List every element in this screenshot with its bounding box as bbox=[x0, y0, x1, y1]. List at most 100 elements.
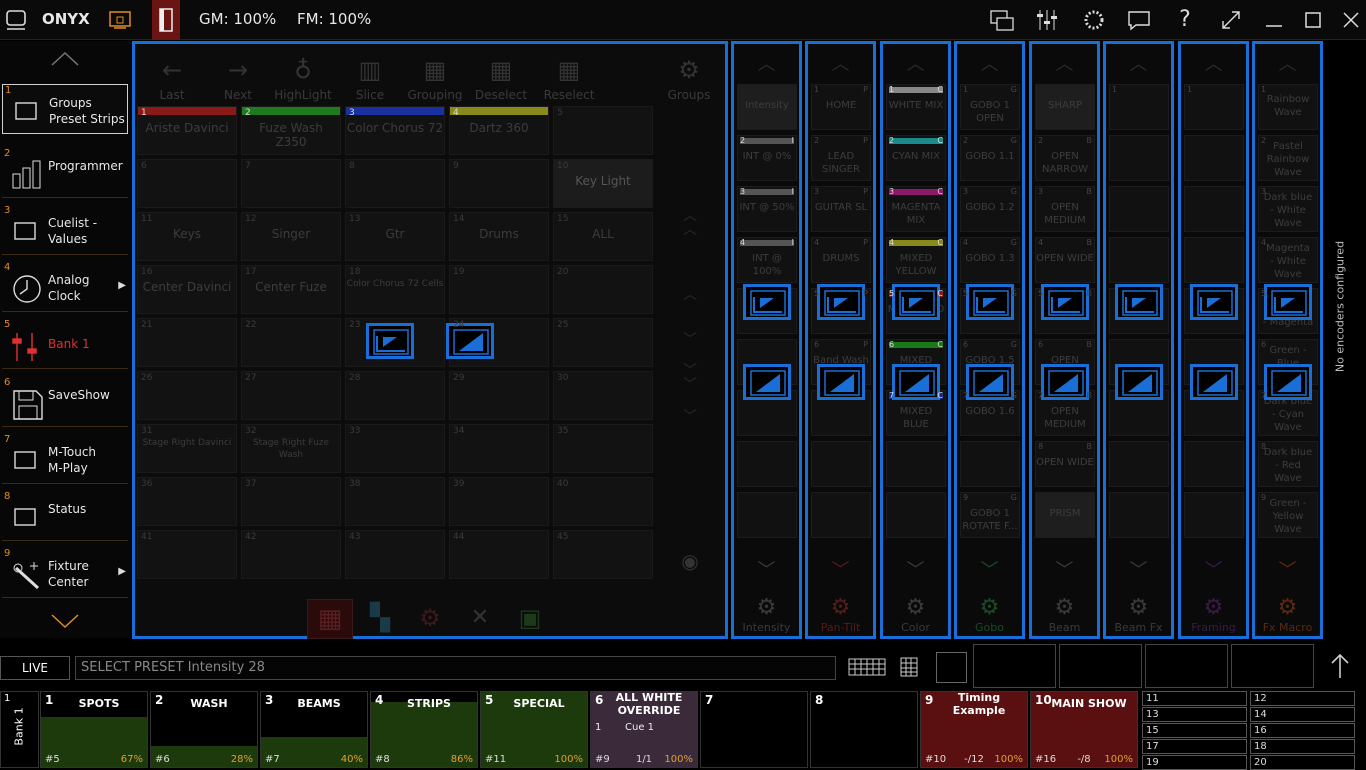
group-cell[interactable]: 20 bbox=[553, 265, 653, 314]
group-cell[interactable]: 33 bbox=[345, 424, 445, 473]
preset-button[interactable] bbox=[886, 441, 946, 487]
group-cell[interactable]: 32 Stage Right Fuze Wash bbox=[241, 424, 341, 473]
group-cell[interactable]: 31 Stage Right Davinci bbox=[137, 424, 237, 473]
sidebar-item-cuelist[interactable]: 3 Cuelist - Values bbox=[2, 205, 128, 255]
group-cell[interactable]: 8 bbox=[345, 159, 445, 208]
window-corner-icon[interactable] bbox=[1115, 364, 1163, 400]
group-cell[interactable]: 5 bbox=[553, 106, 653, 155]
group-cell[interactable]: 3 Color Chorus 72 bbox=[345, 106, 445, 155]
preset-button[interactable]: 3 P GUITAR SL bbox=[811, 186, 871, 232]
strip-scroll-down-icon[interactable]: ﹀ bbox=[808, 556, 873, 582]
preset-button[interactable]: 4 C MIXED YELLOW bbox=[886, 237, 946, 283]
preset-button[interactable]: 4 G GOBO 1.3 bbox=[960, 237, 1020, 283]
flash-master-readout[interactable]: FM: 100% bbox=[297, 10, 371, 28]
strip-gear-icon[interactable]: ⚙ bbox=[1255, 595, 1320, 620]
view-tiles-button[interactable]: ▚ bbox=[357, 599, 403, 639]
preset-button[interactable]: 1 P HOME bbox=[811, 84, 871, 130]
group-cell[interactable]: 19 bbox=[449, 265, 549, 314]
detach-window-icon[interactable] bbox=[1041, 284, 1089, 320]
group-cell[interactable]: 45 bbox=[553, 530, 653, 579]
preset-button[interactable] bbox=[1109, 135, 1169, 181]
preset-button[interactable] bbox=[1109, 441, 1169, 487]
preset-button[interactable] bbox=[1109, 492, 1169, 538]
strip-scroll-up-icon[interactable]: ︿ bbox=[883, 50, 948, 76]
group-cell[interactable]: 7 bbox=[241, 159, 341, 208]
group-cell[interactable]: 40 bbox=[553, 477, 653, 526]
command-line-input[interactable]: SELECT PRESET Intensity 28 bbox=[75, 656, 836, 680]
preset-button[interactable] bbox=[1184, 492, 1244, 538]
preset-button[interactable] bbox=[1184, 135, 1244, 181]
window-corner-icon[interactable] bbox=[1264, 364, 1312, 400]
group-cell[interactable]: 13 Gtr bbox=[345, 212, 445, 261]
group-cell[interactable]: 17 Center Fuze bbox=[241, 265, 341, 314]
preset-button[interactable] bbox=[886, 492, 946, 538]
strip-gear-icon[interactable]: ⚙ bbox=[808, 595, 873, 620]
next-button[interactable]: → Next bbox=[208, 52, 268, 102]
strip-scroll-up-icon[interactable]: ︿ bbox=[734, 50, 799, 76]
group-cell[interactable]: 21 bbox=[137, 318, 237, 367]
playback-7[interactable]: 7 bbox=[700, 691, 808, 768]
group-cell[interactable]: 29 bbox=[449, 371, 549, 420]
window-corner-icon[interactable] bbox=[743, 364, 791, 400]
preset-button[interactable]: 9 G GOBO 1 ROTATE F... bbox=[960, 492, 1020, 538]
detach-window-icon[interactable] bbox=[817, 284, 865, 320]
preset-button[interactable]: 4 I INT @ 100% bbox=[737, 237, 797, 283]
group-cell[interactable]: 30 bbox=[553, 371, 653, 420]
eye-icon[interactable]: ◉ bbox=[675, 549, 705, 573]
preset-button[interactable] bbox=[737, 492, 797, 538]
preset-button[interactable] bbox=[737, 441, 797, 487]
loading-icon[interactable] bbox=[1081, 8, 1107, 32]
preset-button[interactable]: 2 I INT @ 0% bbox=[737, 135, 797, 181]
bank-indicator[interactable]: 1 Bank 1 bbox=[0, 691, 39, 768]
last-button[interactable]: ← Last bbox=[142, 52, 202, 102]
mini-playback[interactable]: 11 bbox=[1142, 691, 1247, 706]
preset-button[interactable]: 8 Dark blue - Red Wave bbox=[1258, 441, 1318, 487]
playback-2[interactable]: 2 WASH #6 28% bbox=[150, 691, 258, 768]
group-cell[interactable]: 34 bbox=[449, 424, 549, 473]
group-cell[interactable]: 11 Keys bbox=[137, 212, 237, 261]
faders-icon[interactable] bbox=[1034, 8, 1060, 32]
playback-9[interactable]: 9 Timing Example #10 -/12 100% bbox=[920, 691, 1028, 768]
sidebar-item-analog[interactable]: 4 Analog Clock ▶ bbox=[2, 262, 128, 312]
sidebar-item-programmer[interactable]: 2 Programmer bbox=[2, 148, 128, 198]
preset-button[interactable]: Intensity bbox=[737, 84, 797, 130]
mini-playback[interactable]: 16 bbox=[1250, 723, 1355, 738]
preset-button[interactable]: 1 bbox=[1109, 84, 1169, 130]
preset-button[interactable] bbox=[960, 441, 1020, 487]
view-fixture-button[interactable]: ✕ bbox=[457, 599, 503, 639]
group-cell[interactable]: 9 bbox=[449, 159, 549, 208]
color-swatch-button[interactable] bbox=[936, 652, 967, 683]
strip-scroll-down-icon[interactable]: ﹀ bbox=[1106, 556, 1171, 582]
preset-button[interactable]: 2 Pastel Rainbow Wave bbox=[1258, 135, 1318, 181]
strip-scroll-up-icon[interactable]: ︿ bbox=[1106, 50, 1171, 76]
view-settings-button[interactable]: ⚙ bbox=[407, 599, 453, 639]
preset-button[interactable]: 3 C MAGENTA MIX bbox=[886, 186, 946, 232]
group-cell[interactable]: 12 Singer bbox=[241, 212, 341, 261]
close-icon[interactable] bbox=[1338, 8, 1364, 32]
preset-button[interactable]: 1 C WHITE MIX bbox=[886, 84, 946, 130]
playback-4[interactable]: 4 STRIPS #8 86% bbox=[370, 691, 478, 768]
strip-scroll-down-icon[interactable]: ﹀ bbox=[957, 556, 1022, 582]
strip-scroll-down-icon[interactable]: ﹀ bbox=[883, 556, 948, 582]
sidebar-item-fixture[interactable]: 9 Fixture Center ▶ bbox=[2, 548, 128, 598]
fullscreen-icon[interactable] bbox=[1218, 8, 1244, 32]
playback-5[interactable]: 5 SPECIAL #11 100% bbox=[480, 691, 588, 768]
sidebar-item-saveshow[interactable]: 6 SaveShow bbox=[2, 377, 128, 427]
preset-button[interactable] bbox=[1109, 237, 1169, 283]
detach-window-icon[interactable] bbox=[1115, 284, 1163, 320]
jump-end-icon[interactable]: ﹀ bbox=[675, 406, 705, 426]
groups-settings-button[interactable]: ⚙ Groups bbox=[659, 52, 719, 102]
strip-scroll-down-icon[interactable]: ﹀ bbox=[1255, 556, 1320, 582]
group-cell[interactable]: 38 bbox=[345, 477, 445, 526]
strip-scroll-down-icon[interactable]: ﹀ bbox=[734, 556, 799, 582]
detach-window-icon[interactable] bbox=[1190, 284, 1238, 320]
deselect-button[interactable]: ▦ Deselect bbox=[471, 52, 531, 102]
playback-3[interactable]: 3 BEAMS #7 40% bbox=[260, 691, 368, 768]
group-cell[interactable]: 26 bbox=[137, 371, 237, 420]
preset-button[interactable]: 2 C CYAN MIX bbox=[886, 135, 946, 181]
strip-gear-icon[interactable]: ⚙ bbox=[1181, 595, 1246, 620]
macro-slot-3[interactable] bbox=[1145, 644, 1228, 688]
preset-button[interactable]: 1 G GOBO 1 OPEN bbox=[960, 84, 1020, 130]
detach-window-icon[interactable] bbox=[892, 284, 940, 320]
grand-master-readout[interactable]: GM: 100% bbox=[199, 10, 276, 28]
